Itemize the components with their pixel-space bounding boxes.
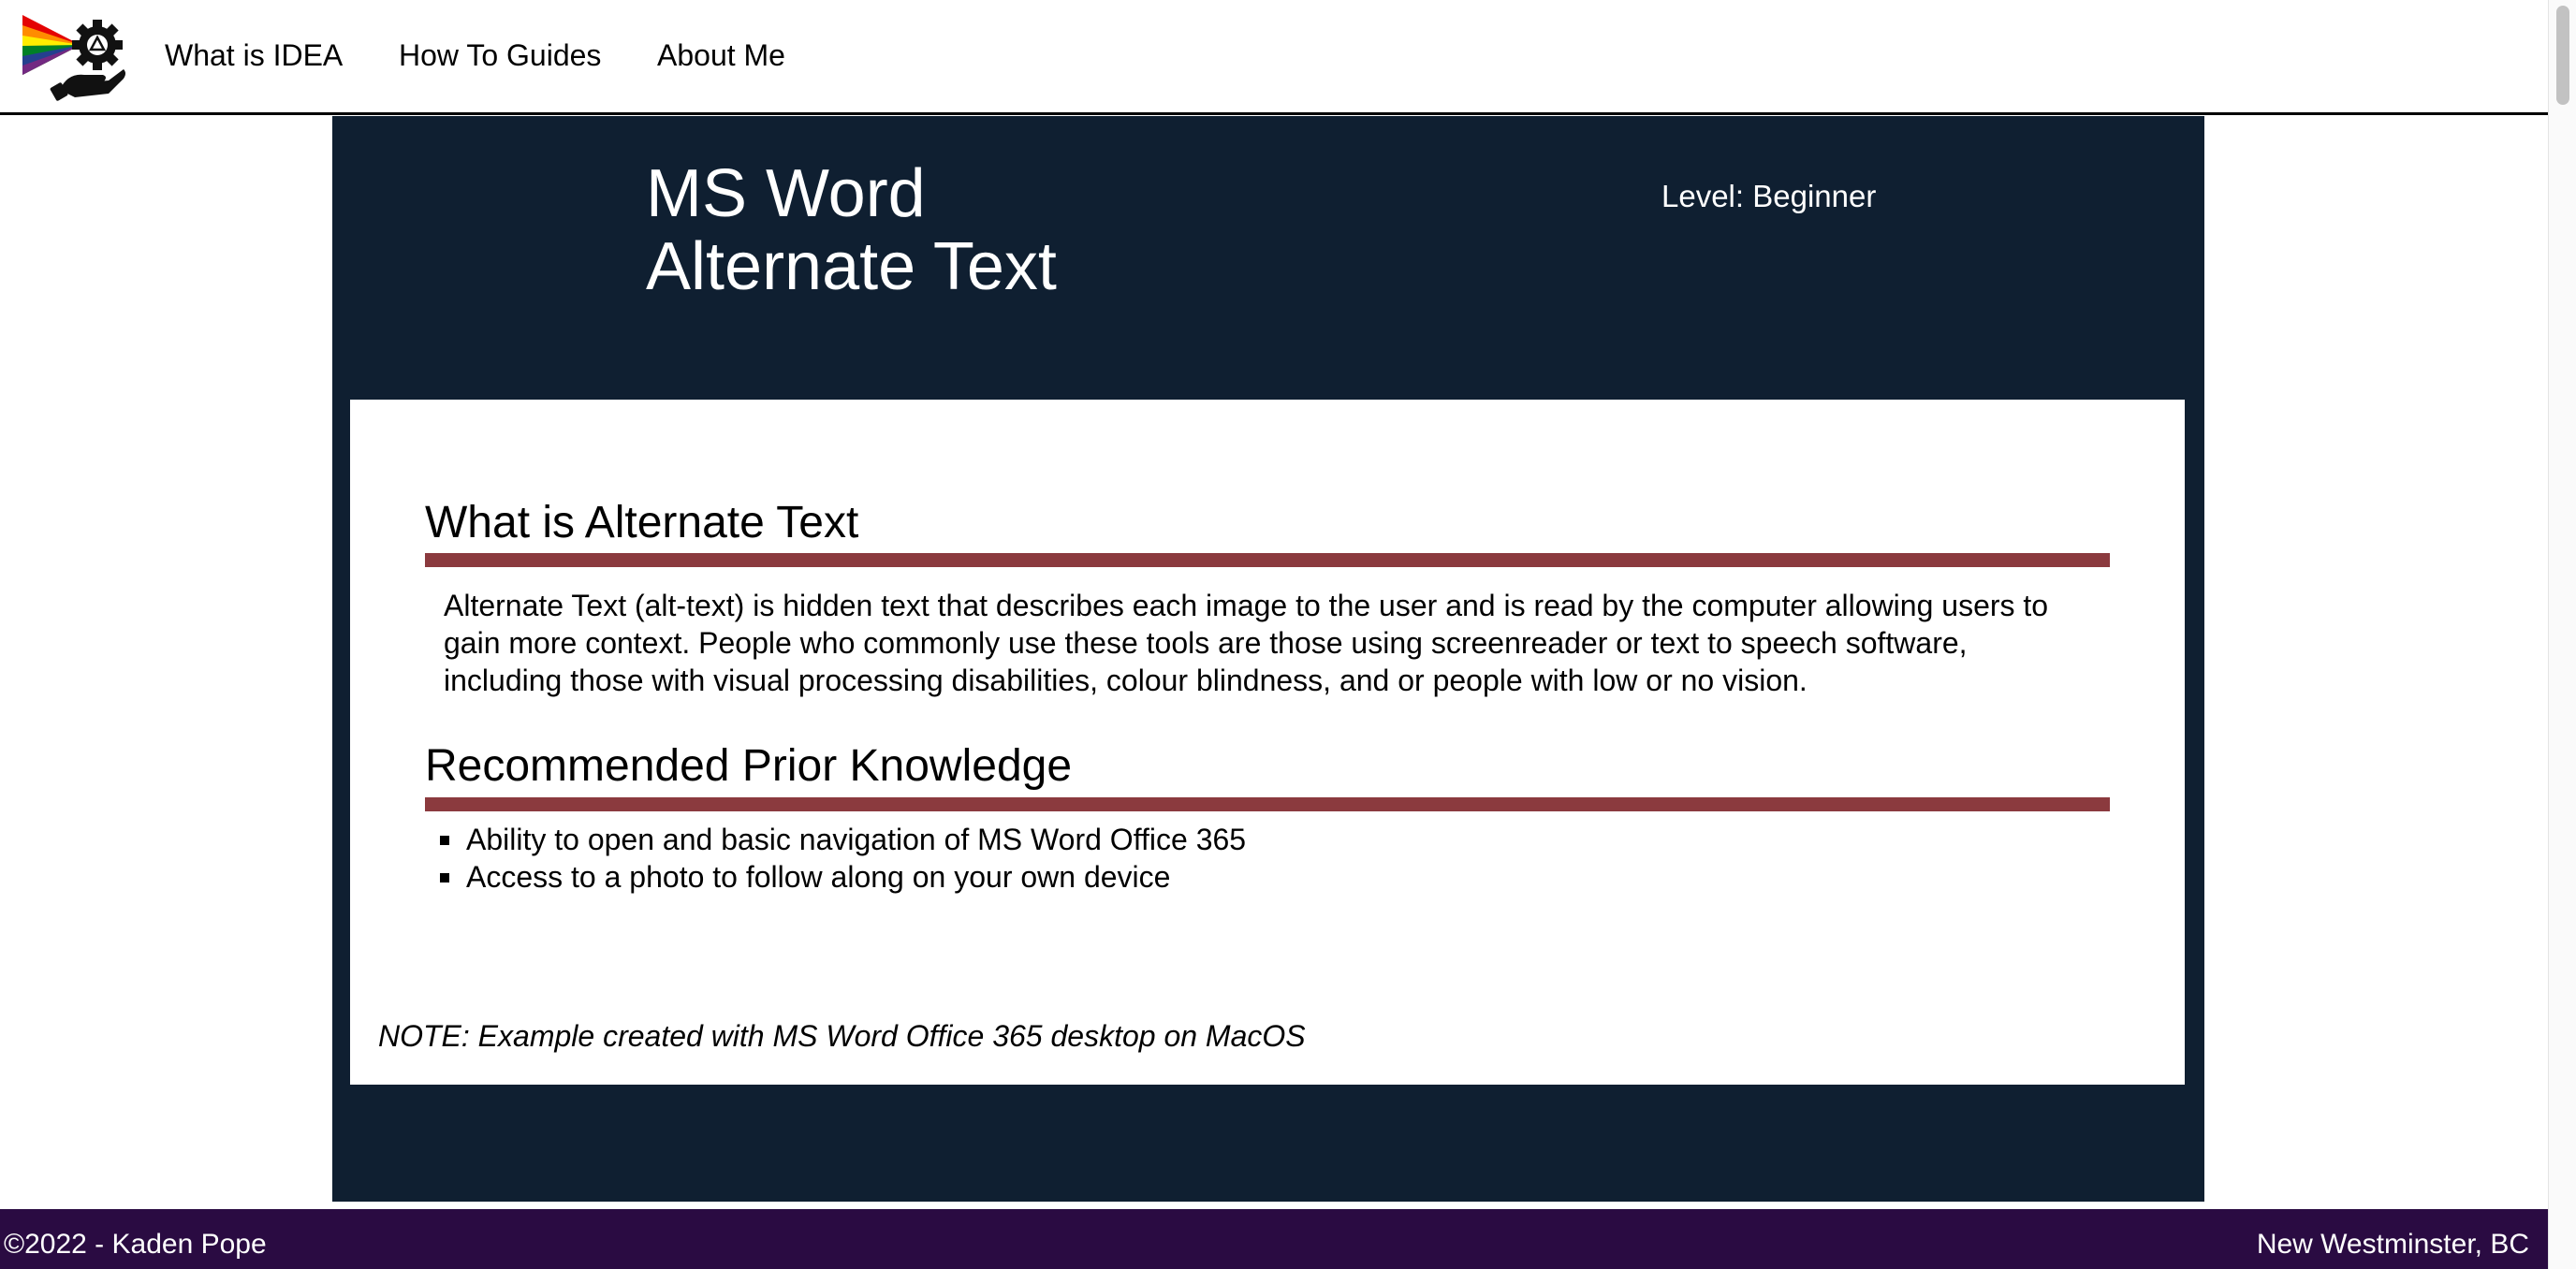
list-item: Ability to open and basic navigation of … bbox=[440, 821, 1246, 858]
title-line-2: Alternate Text bbox=[646, 229, 1057, 304]
prior-knowledge-list: Ability to open and basic navigation of … bbox=[440, 821, 1246, 896]
top-nav: What is IDEA How To Guides About Me bbox=[0, 0, 2548, 115]
note-text: NOTE: Example created with MS Word Offic… bbox=[378, 1019, 1306, 1053]
footer-copyright: ©2022 - Kaden Pope bbox=[4, 1229, 267, 1260]
scrollbar-thumb[interactable] bbox=[2556, 6, 2569, 105]
list-item: Access to a photo to follow along on you… bbox=[440, 858, 1246, 896]
section-heading-alt-text: What is Alternate Text bbox=[425, 498, 859, 547]
vertical-scrollbar[interactable] bbox=[2548, 0, 2576, 1269]
footer: ©2022 - Kaden Pope New Westminster, BC bbox=[0, 1209, 2548, 1269]
title-line-1: MS Word bbox=[646, 156, 926, 231]
content-card: What is Alternate Text Alternate Text (a… bbox=[350, 400, 2185, 1085]
level-label: Level: Beginner bbox=[1661, 179, 1877, 213]
logo-icon[interactable] bbox=[22, 11, 127, 101]
list-item-text: Access to a photo to follow along on you… bbox=[466, 860, 1171, 894]
list-item-text: Ability to open and basic navigation of … bbox=[466, 823, 1247, 856]
nav-link-what-is-idea[interactable]: What is IDEA bbox=[165, 35, 343, 76]
nav-link-how-to-guides[interactable]: How To Guides bbox=[399, 35, 601, 76]
square-bullet-icon bbox=[440, 873, 449, 882]
footer-location: New Westminster, BC bbox=[2256, 1229, 2529, 1260]
page: What is IDEA How To Guides About Me MS W… bbox=[0, 0, 2576, 1269]
alt-text-description: Alternate Text (alt-text) is hidden text… bbox=[444, 589, 2049, 697]
heading-divider bbox=[425, 553, 2110, 567]
nav-link-about-me[interactable]: About Me bbox=[657, 35, 785, 76]
square-bullet-icon bbox=[440, 836, 449, 845]
heading-divider bbox=[425, 797, 2110, 811]
section-heading-prior-knowledge: Recommended Prior Knowledge bbox=[425, 741, 1073, 791]
page-title: MS Word Alternate Text bbox=[646, 157, 1057, 303]
